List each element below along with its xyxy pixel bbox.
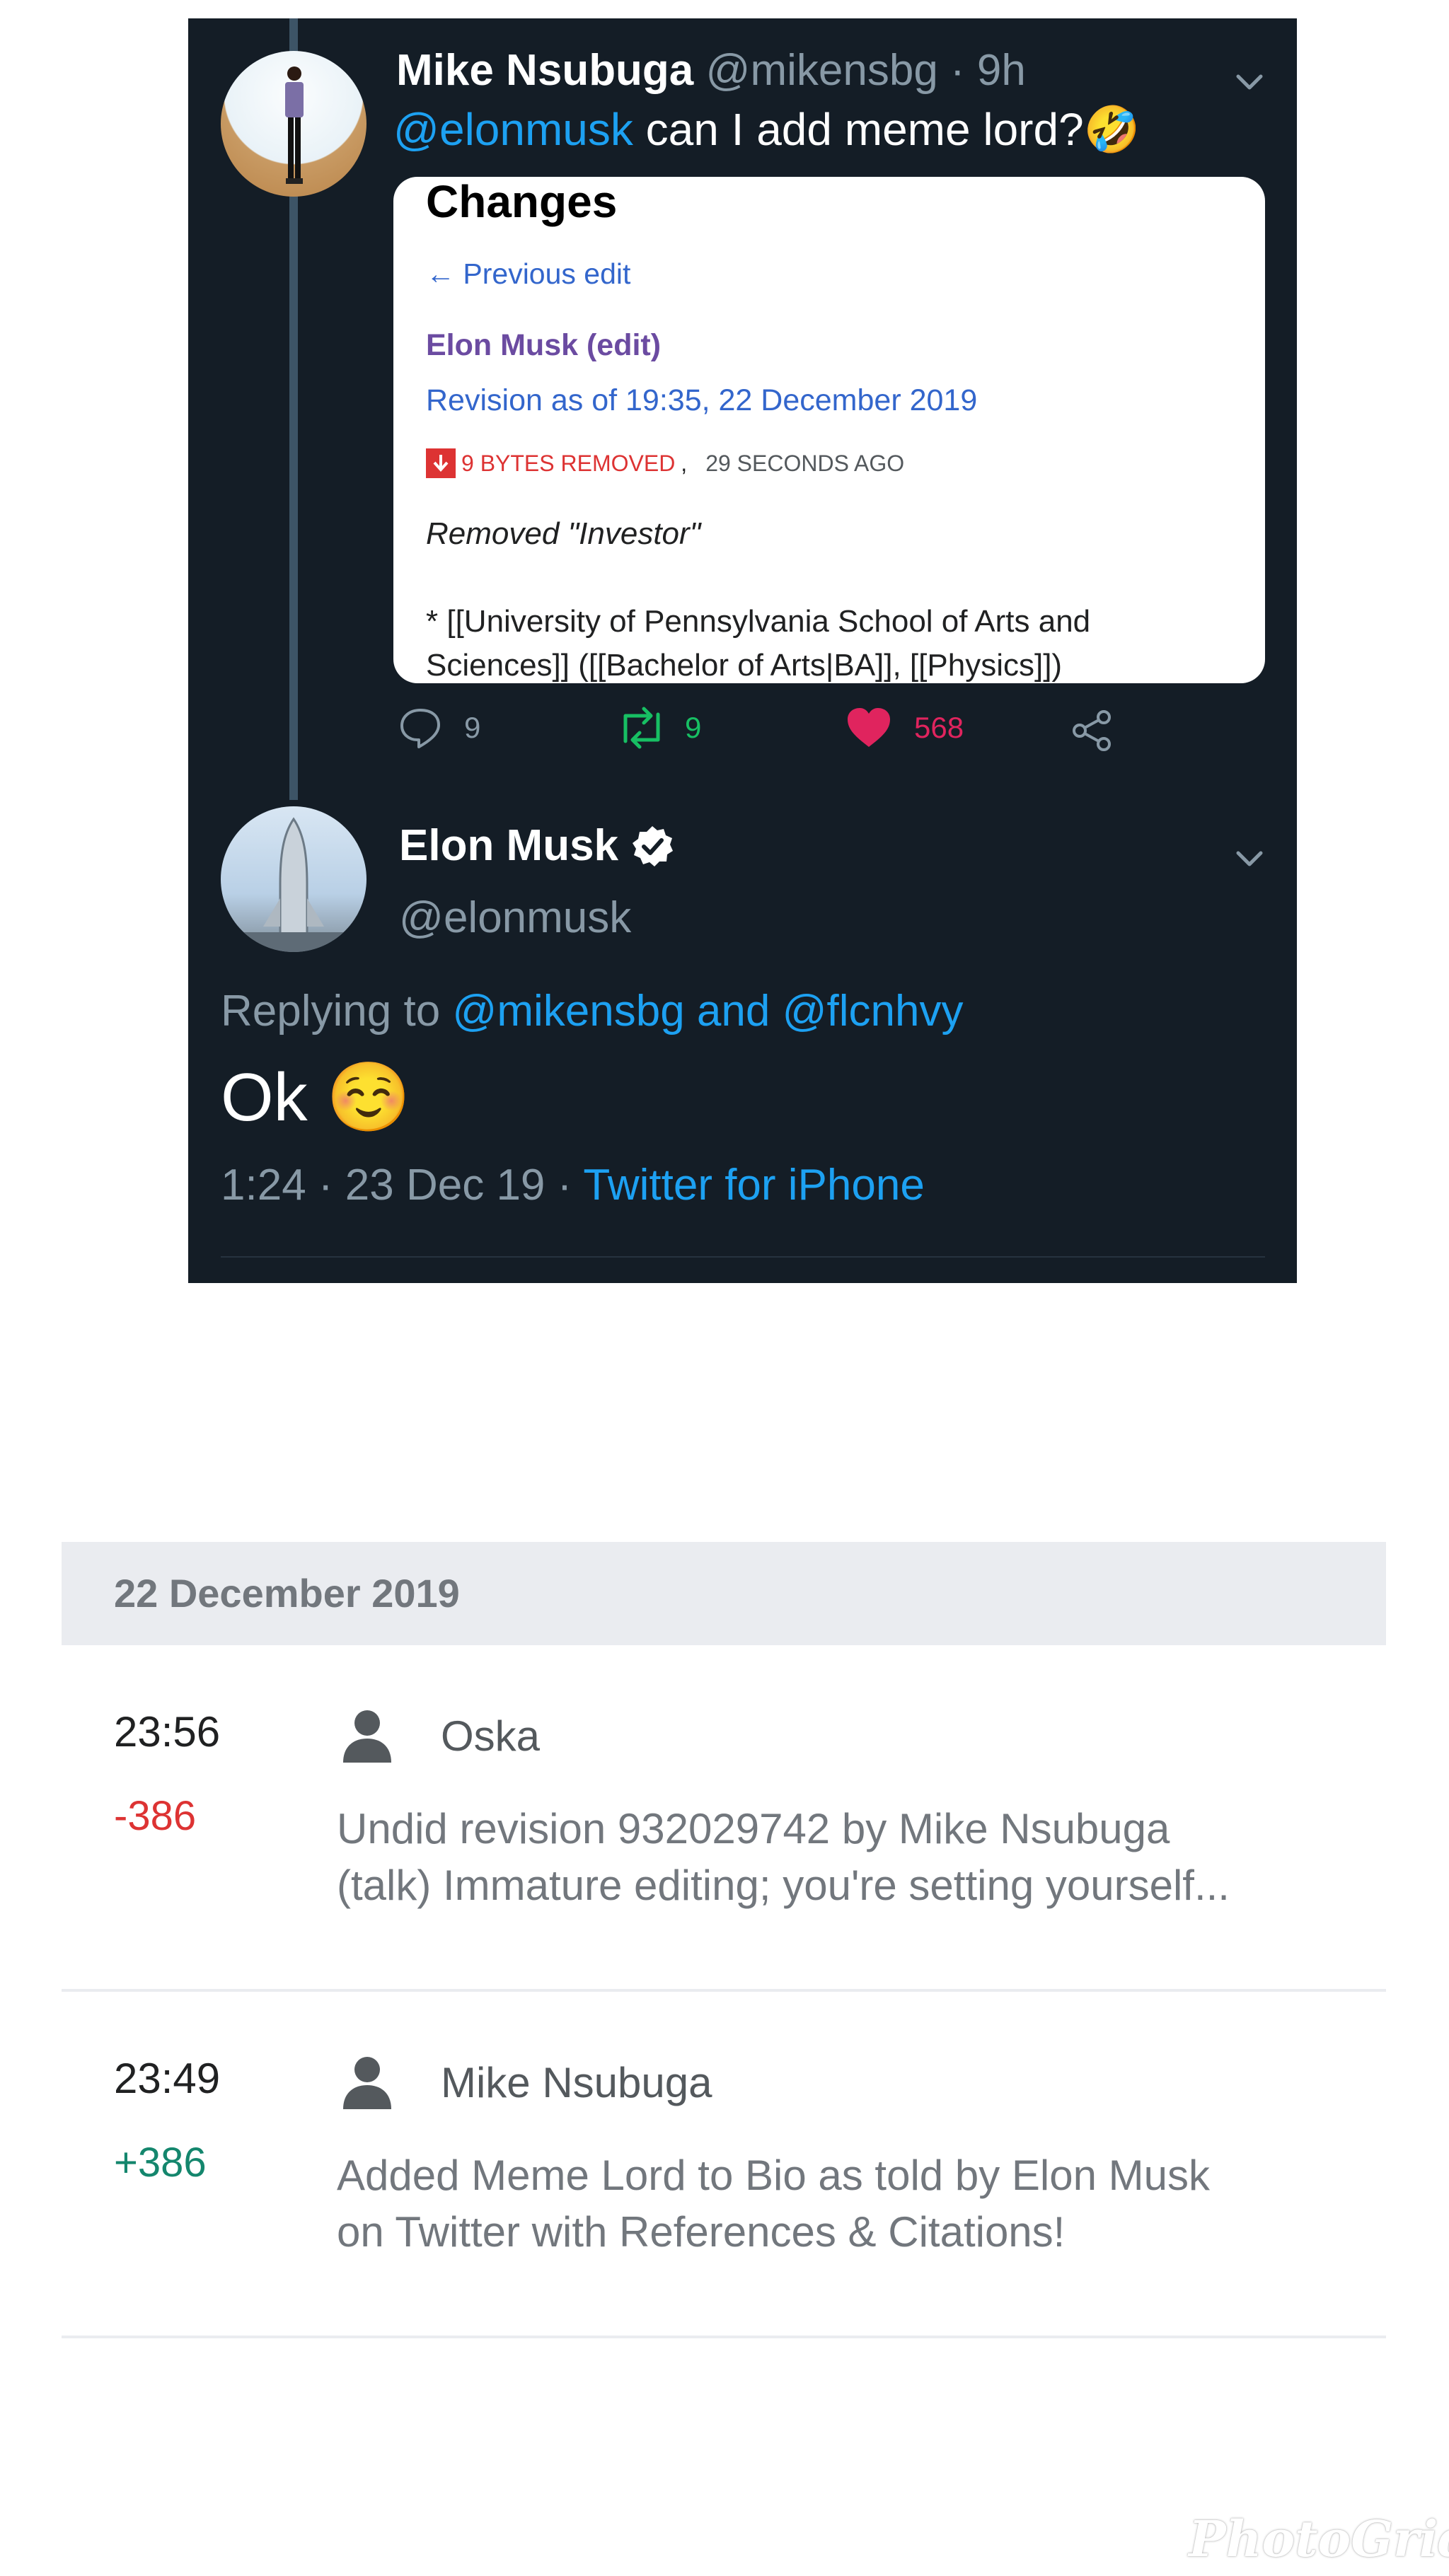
- history-comment-line2: on Twitter with References & Citations!: [337, 2208, 1066, 2256]
- photogrid-watermark: PhotoGrid: [1189, 2510, 1449, 2568]
- tweet2-timestamp: 1:24 · 23 Dec 19 ·: [221, 1161, 584, 1209]
- history-comment: Added Meme Lord to Bio as told by Elon M…: [337, 2147, 1349, 2261]
- user-icon: [343, 2057, 391, 2109]
- like-count: 568: [914, 711, 964, 744]
- history-delta: -386: [114, 1793, 197, 1839]
- tweet1-text: @elonmusk can I add meme lord?🤣: [393, 103, 1140, 156]
- card-bytes-row: 9 BYTES REMOVED, 29 SECONDS AGO: [426, 447, 904, 480]
- avatar-elon-musk[interactable]: [221, 806, 366, 952]
- like-action[interactable]: 568: [845, 703, 964, 753]
- reply-count: 9: [464, 711, 481, 744]
- card-bytes-removed: 9 BYTES REMOVED: [461, 450, 676, 476]
- share-icon[interactable]: [1070, 709, 1115, 753]
- tweet2-handle[interactable]: @elonmusk: [399, 893, 631, 943]
- history-divider: [62, 2336, 1386, 2338]
- reply-icon: [400, 709, 440, 748]
- card-title: Changes: [426, 177, 618, 227]
- arrow-down-icon: [426, 448, 456, 478]
- retweet-count: 9: [685, 711, 702, 744]
- card-revision: Revision as of 19:35, 22 December 2019: [426, 383, 978, 417]
- person-figure: [285, 66, 304, 184]
- history-comment-line1: Undid revision 932029742 by Mike Nsubuga: [337, 1805, 1170, 1852]
- retweet-icon: [623, 707, 660, 749]
- tweet1-image-card[interactable]: Changes ← Previous edit Elon Musk (edit)…: [393, 177, 1265, 683]
- tweet2-author-name[interactable]: Elon Musk: [399, 820, 618, 871]
- retweet-action[interactable]: 9: [616, 703, 701, 753]
- card-diff-line2: Sciences]] ([[Bachelor of Arts|BA]], [[P…: [426, 648, 1063, 683]
- tweet2-timestamp-row: 1:24 · 23 Dec 19 · Twitter for iPhone: [221, 1160, 925, 1210]
- tweet1-author-name[interactable]: Mike Nsubuga: [396, 46, 693, 95]
- twitter-thread-panel: Mike Nsubuga @mikensbg · 9h @elonmusk ca…: [188, 18, 1297, 1283]
- card-previous-edit: ← Previous edit: [426, 257, 631, 290]
- tweet1-mention[interactable]: @elonmusk: [393, 104, 633, 155]
- like-icon: [848, 708, 890, 747]
- card-page-title: Elon Musk (edit): [426, 328, 662, 362]
- history-comment-line1: Added Meme Lord to Bio as told by Elon M…: [337, 2152, 1210, 2199]
- history-comment: Undid revision 932029742 by Mike Nsubuga…: [337, 1801, 1349, 1914]
- verified-badge-icon: [633, 825, 674, 866]
- history-time: 23:56: [114, 1708, 221, 1756]
- history-user[interactable]: Oska: [441, 1712, 540, 1760]
- avatar-mike-nsubuga[interactable]: [221, 51, 366, 197]
- history-delta: +386: [114, 2140, 207, 2186]
- card-time-ago: 29 SECONDS AGO: [705, 450, 905, 476]
- chevron-down-icon[interactable]: [1230, 68, 1269, 96]
- replying-to: Replying to @mikensbg and @flcnhvy: [221, 986, 964, 1036]
- starship-image: [221, 817, 366, 952]
- card-diff-line1: * [[University of Pennsylvania School of…: [426, 604, 1091, 639]
- history-entry[interactable]: 23:49 +386 Mike Nsubuga Added Meme Lord …: [62, 1992, 1386, 2338]
- card-diff: * [[University of Pennsylvania School of…: [426, 600, 1090, 683]
- history-date-header: 22 December 2019: [62, 1542, 1386, 1645]
- user-icon: [343, 1710, 391, 1763]
- replying-to-handles[interactable]: @mikensbg and @flcnhvy: [452, 987, 963, 1035]
- history-comment-line2: (talk) Immature editing; you're setting …: [337, 1862, 1230, 1909]
- history-time: 23:49: [114, 2055, 221, 2102]
- replying-label: Replying to: [221, 987, 453, 1035]
- tweet2-author[interactable]: Elon Musk: [399, 820, 674, 871]
- card-edit-summary: Removed "Investor": [426, 516, 701, 551]
- tweet1-author[interactable]: Mike Nsubuga @mikensbg · 9h: [396, 45, 1026, 95]
- tweet1-body: can I add meme lord?🤣: [633, 104, 1141, 155]
- tweet2-text: Ok ☺️: [221, 1060, 411, 1135]
- history-entry[interactable]: 23:56 -386 Oska Undid revision 932029742…: [62, 1645, 1386, 1992]
- tweet1-meta: @mikensbg · 9h: [705, 46, 1026, 95]
- history-user[interactable]: Mike Nsubuga: [441, 2058, 712, 2107]
- reply-action[interactable]: 9: [398, 703, 480, 753]
- chevron-down-icon[interactable]: [1230, 845, 1269, 873]
- divider: [221, 1256, 1265, 1258]
- tweet2-source[interactable]: Twitter for iPhone: [583, 1161, 924, 1209]
- card-bytes-suffix: ,: [681, 450, 688, 476]
